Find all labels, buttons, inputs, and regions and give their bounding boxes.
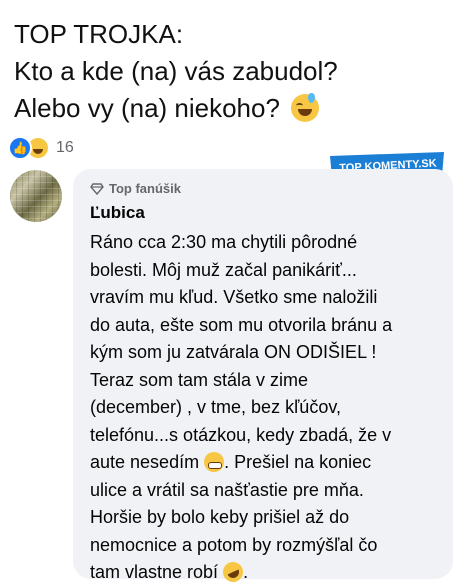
comment-line: bolesti. Môj muž začal panikáriť...	[90, 259, 357, 280]
comment-line: Teraz som tam stála v zime	[90, 369, 309, 390]
comment-line: tam vlastne robí .	[90, 558, 450, 587]
like-icon: 👍	[8, 136, 32, 160]
comment-line: ulice a vrátil sa našťastie pre mňa.	[90, 479, 364, 500]
comment-line-text: tam vlastne robí	[90, 562, 219, 582]
comment-line: vravím mu kľud. Všetko sme naložili	[90, 287, 378, 307]
comment-line: do auta, ešte som mu otvorila bránu a	[90, 314, 393, 335]
comment-line: nemocnice a potom by rozmýšľal čo	[90, 534, 378, 555]
commenter-name[interactable]: Ľubica	[90, 203, 145, 223]
badge-label: Top fanúšik	[109, 181, 181, 196]
comment-line: aute nesedím . Prešiel na koniec	[90, 449, 450, 477]
comment-line-text: .	[243, 562, 249, 582]
grinning-sweat-emoji-icon	[291, 93, 320, 123]
post-line-3: Alebo vy (na) niekoho?	[14, 90, 444, 127]
comment-line: (december) , v tme, bez kľúčov,	[90, 397, 341, 417]
comment-line: Ráno cca 2:30 ma chytili pôrodné	[90, 232, 358, 252]
post-text: TOP TROJKA: Kto a kde (na) vás zabudol? …	[14, 16, 444, 127]
comment-line: Horšie by bolo keby prišiel až do	[90, 507, 350, 527]
reaction-count: 16	[56, 139, 74, 156]
comment-line-text: aute nesedím	[90, 452, 200, 472]
post-line-1: TOP TROJKA:	[14, 19, 184, 49]
reactions-summary[interactable]: 👍 16	[8, 136, 74, 160]
grimacing-emoji-icon	[204, 452, 225, 473]
comment-line-text: . Prešiel na koniec	[224, 452, 372, 472]
top-fan-badge: Top fanúšik	[90, 181, 181, 196]
post-line-3-text: Alebo vy (na) niekoho?	[14, 93, 280, 123]
avatar[interactable]	[10, 170, 62, 222]
comment-body: Ráno cca 2:30 ma chytili pôrodné bolesti…	[90, 229, 450, 587]
diamond-icon	[90, 182, 104, 195]
comment-line: telefónu...s otázkou, kedy zbadá, že v	[90, 424, 392, 445]
post-line-2: Kto a kde (na) vás zabudol?	[14, 56, 338, 86]
comment-line: kým som ju zatvárala ON ODIŠIEL !	[90, 342, 377, 362]
